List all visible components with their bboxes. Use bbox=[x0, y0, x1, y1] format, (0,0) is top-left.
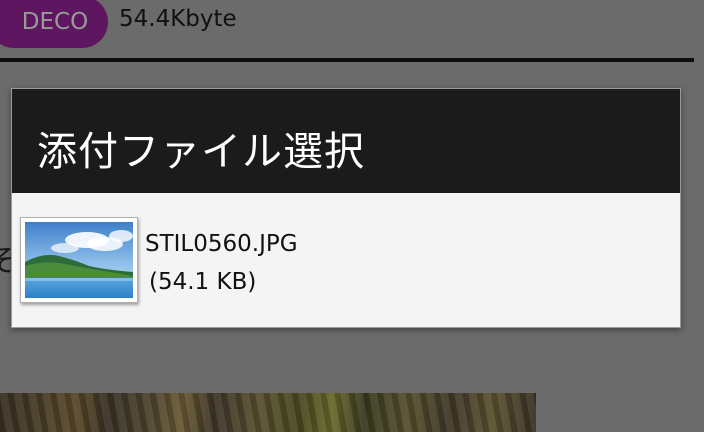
header-divider bbox=[0, 58, 694, 62]
file-size: (54.1 KB) bbox=[149, 269, 257, 295]
attachment-dialog: 添付ファイル選択 STIL0560.JPG (54.1 KB) bbox=[11, 88, 681, 328]
message-size-label: 54.4Kbyte bbox=[119, 6, 237, 32]
deco-badge[interactable]: DECO bbox=[0, 0, 108, 48]
dialog-title: 添付ファイル選択 bbox=[37, 129, 365, 175]
dialog-title-bar: 添付ファイル選択 bbox=[12, 89, 680, 193]
file-name: STIL0560.JPG bbox=[145, 231, 298, 257]
screen: DECO 54.4Kbyte そ 添付ファイル選択 STIL0560.JPG (… bbox=[0, 0, 704, 432]
background-photo bbox=[0, 393, 536, 432]
file-list-item[interactable]: STIL0560.JPG (54.1 KB) bbox=[12, 193, 680, 327]
image-file-icon bbox=[20, 217, 138, 303]
